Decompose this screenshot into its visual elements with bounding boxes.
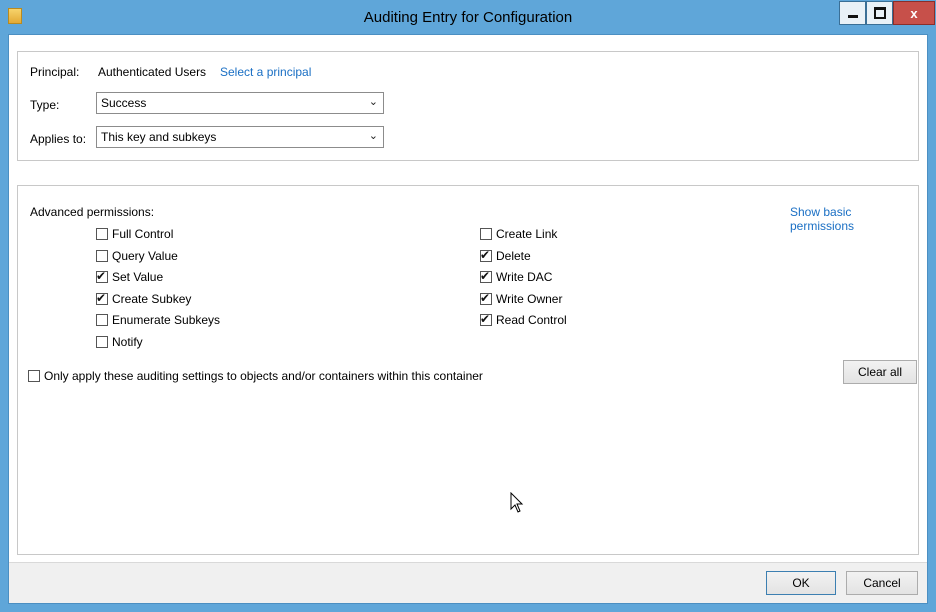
permission-checkbox[interactable] — [96, 228, 108, 240]
permission-checkbox[interactable] — [96, 335, 108, 348]
minimize-icon — [847, 15, 858, 18]
permission-label: Write DAC — [496, 270, 553, 284]
permission-checkbox[interactable]: ✔ — [480, 312, 492, 326]
maximize-icon — [873, 7, 886, 19]
permission-label: Create Subkey — [112, 291, 192, 306]
advanced-permissions-panel: Advanced permissions: Show basic permiss… — [17, 185, 919, 555]
permission-checkbox[interactable]: ✔ — [96, 290, 108, 305]
principal-value: Authenticated Users — [98, 65, 207, 79]
left-permission-row[interactable]: Enumerate Subkeys — [96, 312, 220, 328]
permission-label: Write Owner — [496, 291, 563, 306]
permission-checkbox[interactable] — [480, 228, 492, 240]
cancel-button[interactable]: Cancel — [846, 571, 918, 595]
clear-all-button[interactable]: Clear all — [843, 360, 917, 384]
left-permission-row[interactable]: Notify — [96, 334, 143, 350]
principal-panel: Principal: Authenticated Users Select a … — [17, 51, 919, 161]
applies-to-label: Applies to: — [30, 132, 87, 146]
right-permission-row[interactable]: ✔ Read Control — [480, 312, 567, 328]
permission-checkbox[interactable]: ✔ — [96, 269, 108, 283]
close-icon: x — [910, 5, 918, 21]
ok-button[interactable]: OK — [766, 571, 836, 595]
permission-checkbox[interactable] — [96, 314, 108, 326]
permission-label: Create Link — [496, 227, 558, 241]
permission-label: Delete — [496, 248, 531, 263]
principal-label: Principal: — [30, 65, 80, 79]
check-icon: ✔ — [480, 290, 491, 305]
left-permission-row[interactable]: Full Control — [96, 226, 173, 242]
permission-checkbox[interactable]: ✔ — [480, 269, 492, 283]
title-bar[interactable]: Auditing Entry for Configuration x — [0, 0, 936, 34]
type-select-value: Success — [101, 96, 147, 110]
applies-to-select[interactable]: This key and subkeys ⌄ — [96, 126, 384, 148]
only-apply-label: Only apply these auditing settings to ob… — [44, 369, 483, 383]
check-icon: ✔ — [480, 312, 491, 326]
minimize-button[interactable] — [839, 1, 866, 25]
check-icon: ✔ — [96, 290, 107, 305]
only-apply-checkbox-row[interactable]: Only apply these auditing settings to ob… — [28, 368, 483, 384]
applies-to-select-value: This key and subkeys — [101, 130, 217, 144]
dialog-client-area: Principal: Authenticated Users Select a … — [8, 34, 928, 604]
only-apply-checkbox[interactable] — [28, 370, 40, 382]
dialog-window: Auditing Entry for Configuration x Princ… — [0, 0, 936, 612]
check-icon: ✔ — [480, 269, 491, 283]
type-label: Type: — [30, 98, 60, 112]
right-permission-row[interactable]: ✔ Write DAC — [480, 269, 552, 285]
permission-checkbox[interactable] — [96, 249, 108, 262]
maximize-button[interactable] — [866, 1, 893, 25]
permission-checkbox[interactable]: ✔ — [480, 290, 492, 305]
right-permission-row[interactable]: ✔ Write Owner — [480, 291, 562, 307]
permission-checkbox[interactable]: ✔ — [480, 247, 492, 262]
permission-label: Enumerate Subkeys — [112, 313, 221, 327]
left-permission-row[interactable]: ✔ Set Value — [96, 269, 163, 285]
check-icon: ✔ — [480, 247, 491, 262]
type-select[interactable]: Success ⌄ — [96, 92, 384, 114]
left-permission-row[interactable]: Query Value — [96, 248, 178, 264]
permission-label: Query Value — [112, 248, 178, 263]
dialog-footer: OK Cancel — [9, 562, 927, 603]
advanced-permissions-heading: Advanced permissions: — [30, 205, 155, 219]
permission-label: Notify — [112, 334, 143, 349]
select-principal-link[interactable]: Select a principal — [220, 65, 311, 79]
check-icon: ✔ — [96, 269, 107, 283]
chevron-down-icon: ⌄ — [368, 96, 378, 108]
show-basic-permissions-link[interactable]: Show basic permissions — [790, 205, 918, 233]
right-permission-row[interactable]: ✔ Delete — [480, 248, 531, 264]
permission-label: Set Value — [112, 270, 164, 284]
permission-label: Full Control — [112, 227, 174, 241]
right-permission-row[interactable]: Create Link — [480, 226, 557, 242]
window-title: Auditing Entry for Configuration — [363, 9, 573, 26]
left-permission-row[interactable]: ✔ Create Subkey — [96, 291, 191, 307]
permission-label: Read Control — [496, 313, 567, 327]
mouse-pointer-icon — [510, 492, 524, 513]
chevron-down-icon: ⌄ — [368, 130, 378, 142]
close-button[interactable]: x — [893, 1, 935, 25]
